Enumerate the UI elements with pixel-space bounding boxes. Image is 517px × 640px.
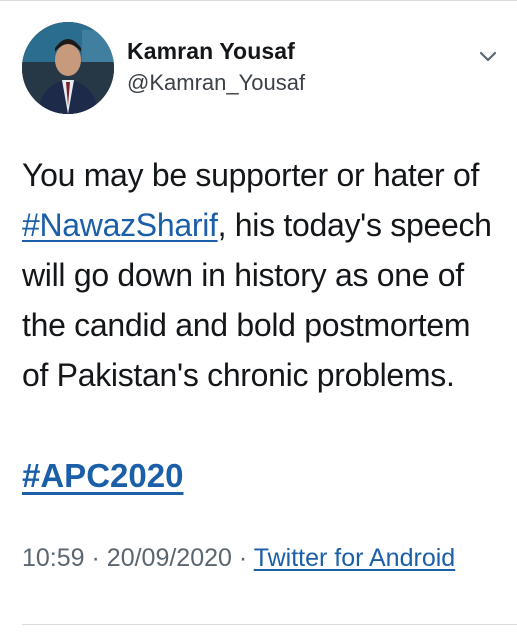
meta-separator: · (91, 544, 100, 572)
author-handle[interactable]: @Kamran_Yousaf (127, 70, 305, 96)
chevron-down-icon[interactable] (474, 42, 502, 70)
hashtag-link-nawazsharif[interactable]: #NawazSharif (22, 207, 218, 243)
bottom-divider (22, 624, 517, 625)
tweet-time: 10:59 (22, 544, 85, 572)
tweet-meta: 10:59 · 20/09/2020 · Twitter for Android (22, 540, 502, 576)
tweet-header: Kamran Yousaf @Kamran_Yousaf (22, 22, 502, 116)
hashtag-link-apc2020[interactable]: #APC2020 (22, 457, 183, 495)
top-divider (0, 0, 517, 1)
avatar-photo (22, 22, 114, 114)
tweet-date: 20/09/2020 (106, 544, 232, 572)
tweet-text: You may be supporter or hater of #NawazS… (22, 150, 502, 400)
source-link[interactable]: Twitter for Android (254, 544, 455, 572)
meta-separator: · (238, 544, 248, 572)
author-name[interactable]: Kamran Yousaf (127, 38, 295, 65)
tweet-text-part-1: You may be supporter or hater of (22, 157, 480, 193)
avatar[interactable] (22, 22, 114, 114)
